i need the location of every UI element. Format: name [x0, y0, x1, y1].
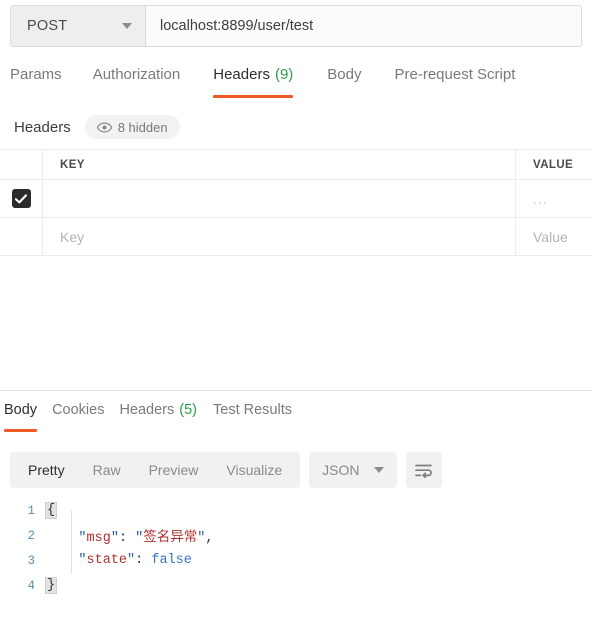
check-icon	[15, 193, 27, 203]
code-line: 4 }	[0, 573, 592, 598]
line-number: 4	[27, 578, 35, 593]
json-comma: ,	[205, 531, 214, 546]
placeholder-checkbox-cell	[0, 218, 43, 255]
json-colon: :	[135, 553, 152, 568]
tab-params[interactable]: Params	[10, 62, 62, 104]
response-tab-test-results[interactable]: Test Results	[213, 400, 292, 434]
placeholder-value-input[interactable]: Value	[516, 218, 592, 255]
response-tab-headers[interactable]: Headers (5)	[119, 400, 197, 434]
json-quote: "	[78, 531, 87, 546]
placeholder-key-label: Key	[60, 228, 85, 245]
table-header-row: KEY VALUE	[0, 150, 592, 180]
code-line: 2 "msg": "签名异常",	[0, 523, 592, 548]
wrap-lines-icon	[414, 464, 432, 478]
view-mode-visualize[interactable]: Visualize	[212, 456, 296, 484]
code-line: 3 "state": false	[0, 548, 592, 573]
json-quote: "	[110, 531, 119, 546]
column-header-key: KEY	[60, 158, 85, 171]
response-tab-body[interactable]: Body	[4, 400, 38, 434]
json-quote: "	[127, 553, 136, 568]
row-value-cell[interactable]: ...	[516, 180, 592, 217]
table-header-value-cell: VALUE	[516, 150, 592, 179]
row-key-cell[interactable]	[43, 180, 516, 217]
wrap-lines-button[interactable]	[405, 452, 442, 488]
code-line: 1 {	[0, 498, 592, 523]
request-url-input[interactable]: localhost:8899/user/test	[145, 5, 582, 47]
placeholder-value-label: Value	[533, 228, 568, 245]
tab-active-underline	[213, 95, 294, 98]
url-bar: POST localhost:8899/user/test	[10, 5, 582, 47]
headers-section-header: Headers 8 hidden	[0, 110, 592, 144]
tab-pre-request-script[interactable]: Pre-request Script	[395, 62, 516, 104]
pane-divider[interactable]	[0, 390, 592, 391]
line-number: 3	[27, 553, 35, 568]
code-line-text: {	[45, 502, 58, 519]
tab-headers-label: Headers	[213, 66, 270, 83]
response-format-select[interactable]: JSON	[309, 452, 397, 488]
response-tab-cookies-label: Cookies	[52, 402, 105, 418]
row-value-masked: ...	[533, 190, 548, 207]
tab-body-label: Body	[327, 66, 362, 83]
tab-body[interactable]: Body	[327, 62, 361, 104]
request-tab-bar: Params Authorization Headers (9) Body Pr…	[0, 62, 592, 104]
eye-icon	[96, 121, 112, 133]
response-body-viewer[interactable]: 1 { 2 "msg": "签名异常", 3 "state": false 4 …	[0, 498, 592, 618]
json-colon: :	[118, 531, 136, 546]
tab-active-underline	[4, 429, 38, 432]
view-mode-raw[interactable]: Raw	[79, 456, 135, 484]
response-tab-test-results-label: Test Results	[213, 402, 292, 418]
tab-params-label: Params	[10, 66, 62, 83]
line-number: 2	[27, 528, 35, 543]
http-method-select[interactable]: POST	[10, 5, 145, 47]
json-open-brace: {	[45, 502, 58, 519]
headers-title: Headers	[14, 118, 71, 136]
postman-request-response-panel: POST localhost:8899/user/test Params Aut…	[0, 0, 592, 624]
chevron-down-icon	[373, 467, 384, 473]
line-number: 1	[27, 503, 35, 518]
tab-authorization-label: Authorization	[92, 66, 181, 83]
column-header-value: VALUE	[533, 158, 574, 171]
code-line-text: "msg": "签名异常",	[46, 525, 213, 546]
json-quote: "	[78, 553, 87, 568]
response-tab-cookies[interactable]: Cookies	[52, 400, 104, 434]
json-value-state: false	[151, 553, 192, 568]
view-mode-raw-label: Raw	[92, 462, 121, 478]
http-method-label: POST	[27, 18, 68, 34]
table-header-checkbox-cell	[0, 150, 43, 179]
code-line-text: }	[45, 577, 58, 594]
view-mode-preview-label: Preview	[148, 462, 199, 478]
tab-pre-request-script-label: Pre-request Script	[394, 66, 516, 83]
tab-headers-count: (9)	[274, 66, 294, 83]
chevron-down-icon	[122, 23, 132, 29]
table-header-key-cell: KEY	[43, 150, 516, 179]
view-mode-visualize-label: Visualize	[226, 462, 283, 478]
code-line-text: "state": false	[46, 553, 192, 568]
response-tab-headers-label: Headers	[119, 402, 175, 418]
view-mode-pretty[interactable]: Pretty	[14, 456, 79, 484]
tab-headers[interactable]: Headers (9)	[213, 62, 294, 104]
table-placeholder-row[interactable]: Key Value	[0, 218, 592, 256]
hidden-headers-badge[interactable]: 8 hidden	[84, 115, 180, 139]
view-mode-pretty-label: Pretty	[28, 462, 65, 478]
row-checkbox-cell	[0, 180, 43, 217]
response-format-label: JSON	[322, 462, 360, 478]
placeholder-key-input[interactable]: Key	[43, 218, 516, 255]
tab-authorization[interactable]: Authorization	[93, 62, 181, 104]
view-mode-group: Pretty Raw Preview Visualize	[10, 452, 301, 488]
table-row[interactable]: ...	[0, 180, 592, 218]
response-tab-headers-count: (5)	[179, 402, 197, 418]
json-close-brace: }	[45, 577, 58, 594]
response-tab-bar: Body Cookies Headers (5) Test Results	[0, 400, 592, 436]
json-value-msg: 签名异常	[143, 531, 198, 546]
view-mode-preview[interactable]: Preview	[135, 456, 213, 484]
row-enabled-checkbox[interactable]	[11, 189, 31, 208]
request-url-value: localhost:8899/user/test	[160, 18, 314, 34]
response-tab-body-label: Body	[4, 402, 38, 418]
response-viewer-toolbar: Pretty Raw Preview Visualize JSON	[10, 452, 442, 488]
json-key-state: state	[86, 553, 128, 568]
headers-table: KEY VALUE ... Key Value	[0, 149, 592, 256]
hidden-headers-label: 8 hidden	[117, 119, 168, 135]
json-key-msg: msg	[86, 531, 111, 546]
